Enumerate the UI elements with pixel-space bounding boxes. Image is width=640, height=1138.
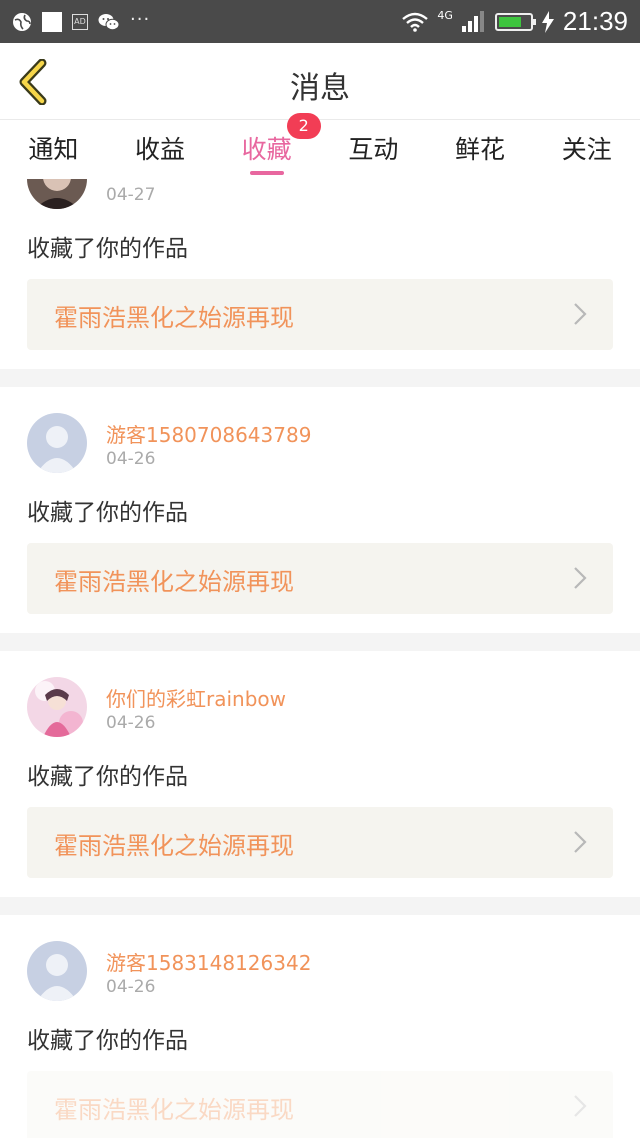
- divider: [0, 897, 640, 915]
- avatar[interactable]: [27, 941, 87, 1001]
- message-date: 04-27: [106, 185, 156, 205]
- message-action: 收藏了你的作品: [27, 500, 188, 526]
- username[interactable]: 游客1580708643789: [106, 419, 311, 448]
- message-date: 04-26: [106, 449, 156, 469]
- work-link[interactable]: 霍雨浩黑化之始源再现: [27, 543, 613, 614]
- work-title: 霍雨浩黑化之始源再现: [54, 1096, 294, 1124]
- avatar[interactable]: [27, 413, 87, 473]
- globe-icon: [13, 12, 31, 31]
- work-link[interactable]: 霍雨浩黑化之始源再现: [27, 279, 613, 350]
- unread-badge: 2: [286, 113, 321, 139]
- chevron-right-icon: [574, 831, 587, 853]
- avatar[interactable]: [27, 677, 87, 737]
- tab-bar: 通知 收益 收藏 2 互动 鲜花 关注: [0, 113, 640, 179]
- work-title: 霍雨浩黑化之始源再现: [54, 568, 294, 596]
- tab-label: 互动: [348, 135, 399, 164]
- wifi-icon: [402, 12, 429, 32]
- message-action: 收藏了你的作品: [27, 764, 188, 790]
- tab-label: 收益: [135, 135, 186, 164]
- default-avatar-icon: [27, 941, 87, 1001]
- work-title: 霍雨浩黑化之始源再现: [54, 832, 294, 860]
- default-avatar-icon: [27, 413, 87, 473]
- list-item: 04-27 收藏了你的作品 霍雨浩黑化之始源再现: [0, 179, 640, 369]
- message-date: 04-26: [106, 977, 156, 997]
- chevron-right-icon: [574, 567, 587, 589]
- chevron-right-icon: [574, 1095, 587, 1117]
- tab-label: 鲜花: [455, 135, 506, 164]
- tab-interaction[interactable]: 互动: [320, 121, 427, 179]
- list-item: 你们的彩虹rainbow 04-26 收藏了你的作品 霍雨浩黑化之始源再现: [0, 651, 640, 897]
- divider: [0, 633, 640, 651]
- list-item: 游客1583148126342 04-26 收藏了你的作品 霍雨浩黑化之始源再现: [0, 915, 640, 1138]
- tab-label: 收藏: [241, 135, 292, 164]
- signal-icon: [461, 10, 484, 32]
- square-icon: [42, 11, 62, 32]
- list-item: 游客1580708643789 04-26 收藏了你的作品 霍雨浩黑化之始源再现: [0, 387, 640, 633]
- username[interactable]: 游客1583148126342: [106, 947, 311, 976]
- tab-earnings[interactable]: 收益: [107, 121, 214, 179]
- more-dots-icon: ···: [130, 9, 151, 30]
- tab-notice[interactable]: 通知: [0, 121, 107, 179]
- charging-icon: [541, 10, 554, 33]
- message-action: 收藏了你的作品: [27, 1028, 188, 1054]
- wechat-icon: [98, 13, 120, 30]
- page-title: 消息: [290, 71, 350, 106]
- work-link[interactable]: 霍雨浩黑化之始源再现: [27, 807, 613, 878]
- divider: [0, 369, 640, 387]
- clock: 21:39: [562, 6, 628, 36]
- message-action: 收藏了你的作品: [27, 236, 188, 262]
- tab-favorites[interactable]: 收藏 2: [213, 113, 321, 179]
- message-list[interactable]: 04-27 收藏了你的作品 霍雨浩黑化之始源再现 游客1580708643789…: [0, 179, 640, 1138]
- work-link[interactable]: 霍雨浩黑化之始源再现: [27, 1071, 613, 1138]
- ad-icon: AD: [72, 13, 88, 30]
- active-tab-indicator: [249, 171, 284, 175]
- status-bar: AD ··· 4G 21:39: [0, 0, 640, 43]
- network-type: 4G: [437, 9, 453, 22]
- tab-label: 通知: [28, 135, 79, 164]
- message-date: 04-26: [106, 713, 156, 733]
- work-title: 霍雨浩黑化之始源再现: [54, 304, 294, 332]
- tab-flowers[interactable]: 鲜花: [427, 121, 534, 179]
- tab-label: 关注: [561, 135, 612, 164]
- tab-follow[interactable]: 关注: [533, 121, 640, 179]
- username[interactable]: 你们的彩虹rainbow: [106, 683, 286, 712]
- chevron-right-icon: [574, 303, 587, 325]
- avatar[interactable]: [27, 179, 87, 209]
- header: 消息: [0, 43, 640, 120]
- battery-icon: [494, 12, 536, 31]
